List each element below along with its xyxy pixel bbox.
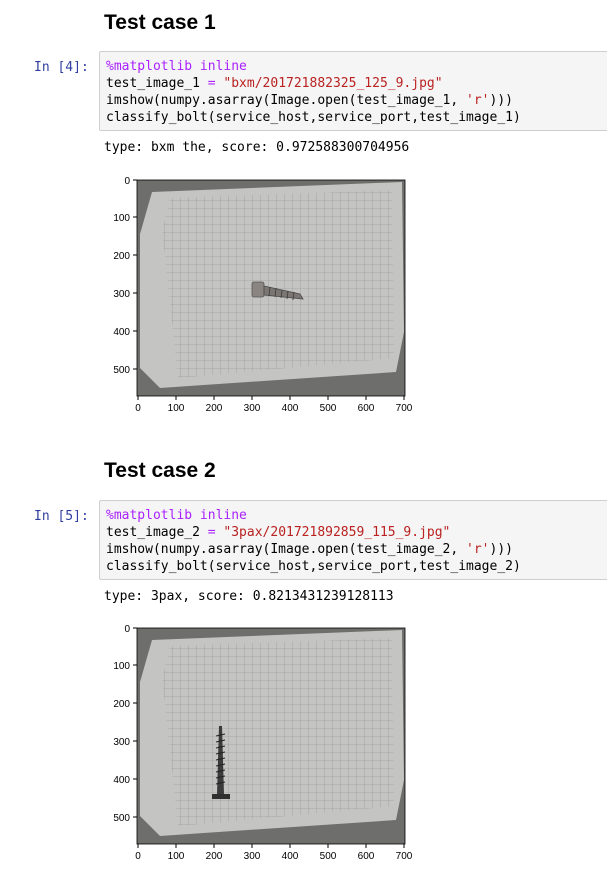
x-tick-label: 600 [358,851,375,862]
x-tick-label: 300 [244,403,261,414]
y-tick-label: 0 [124,176,130,187]
x-tick-label: 100 [168,403,185,414]
x-axis: 0 100 200 300 400 500 600 700 [135,844,413,862]
y-tick-label: 100 [113,661,130,672]
code-variable: test_image_2 [106,525,200,540]
x-tick-label: 400 [282,851,299,862]
cell-output-text: type: bxm the, score: 0.972588300704956 [104,140,410,155]
code-line: test_image_2 = "3pax/201721892859_115_9.… [106,524,601,541]
code-text: ))) [489,542,513,557]
code-string: "bxm/201721882325_125_9.jpg" [223,76,443,91]
code-cell-1[interactable]: %matplotlib inline test_image_1 = "bxm/2… [99,51,607,131]
x-tick-label: 0 [135,403,141,414]
code-line: test_image_1 = "bxm/201721882325_125_9.j… [106,75,601,92]
x-tick-label: 600 [358,403,375,414]
x-tick-label: 100 [168,851,185,862]
code-string: 'r' [466,542,490,557]
code-line: %matplotlib inline [106,58,601,75]
y-axis: 0 100 200 300 400 500 [113,624,137,824]
x-tick-label: 0 [135,851,141,862]
code-line: classify_bolt(service_host,service_port,… [106,559,521,574]
code-text: imshow(numpy.asarray(Image.open(test_ima… [106,93,467,108]
x-tick-label: 700 [396,851,413,862]
magic-command: %matplotlib inline [106,59,247,74]
x-tick-label: 500 [320,851,337,862]
y-tick-label: 400 [113,775,130,786]
code-line: imshow(numpy.asarray(Image.open(test_ima… [106,541,601,558]
code-cell-2[interactable]: %matplotlib inline test_image_2 = "3pax/… [99,500,607,580]
y-axis: 0 100 200 300 400 500 [113,176,137,376]
cell-prompt: In [5]: [34,509,89,524]
test-case-2-heading: Test case 2 [104,459,216,482]
test-case-1-heading: Test case 1 [104,11,216,34]
cell-prompt: In [4]: [34,60,89,75]
code-line: %matplotlib inline [106,507,601,524]
y-tick-label: 100 [113,213,130,224]
y-tick-label: 300 [113,737,130,748]
paper-grid [162,638,394,826]
x-tick-label: 500 [320,403,337,414]
code-operator: = [207,525,216,540]
magic-command: %matplotlib inline [106,508,247,523]
y-tick-label: 200 [113,699,130,710]
code-text: ))) [489,93,513,108]
y-tick-label: 0 [124,624,130,635]
cell-output-text: type: 3pax, score: 0.8213431239128113 [104,589,394,604]
y-tick-label: 200 [113,251,130,262]
x-axis: 0 100 200 300 400 500 600 700 [135,396,413,414]
image-plot-1: 0 100 200 300 400 500 0 100 200 300 400 … [113,176,413,414]
x-tick-label: 200 [206,851,223,862]
paper-grid [162,190,394,378]
y-tick-label: 400 [113,327,130,338]
y-tick-label: 300 [113,289,130,300]
image-plot-2: 0 100 200 300 400 500 0 100 200 300 400 … [113,624,413,862]
x-tick-label: 300 [244,851,261,862]
code-variable: test_image_1 [106,76,200,91]
x-tick-label: 700 [396,403,413,414]
code-operator: = [207,76,216,91]
code-line: imshow(numpy.asarray(Image.open(test_ima… [106,92,601,109]
code-string: "3pax/201721892859_115_9.jpg" [223,525,451,540]
code-string: 'r' [466,93,490,108]
y-tick-label: 500 [113,813,130,824]
x-tick-label: 200 [206,403,223,414]
code-text: imshow(numpy.asarray(Image.open(test_ima… [106,542,467,557]
x-tick-label: 400 [282,403,299,414]
code-line: classify_bolt(service_host,service_port,… [106,110,521,125]
y-tick-label: 500 [113,365,130,376]
